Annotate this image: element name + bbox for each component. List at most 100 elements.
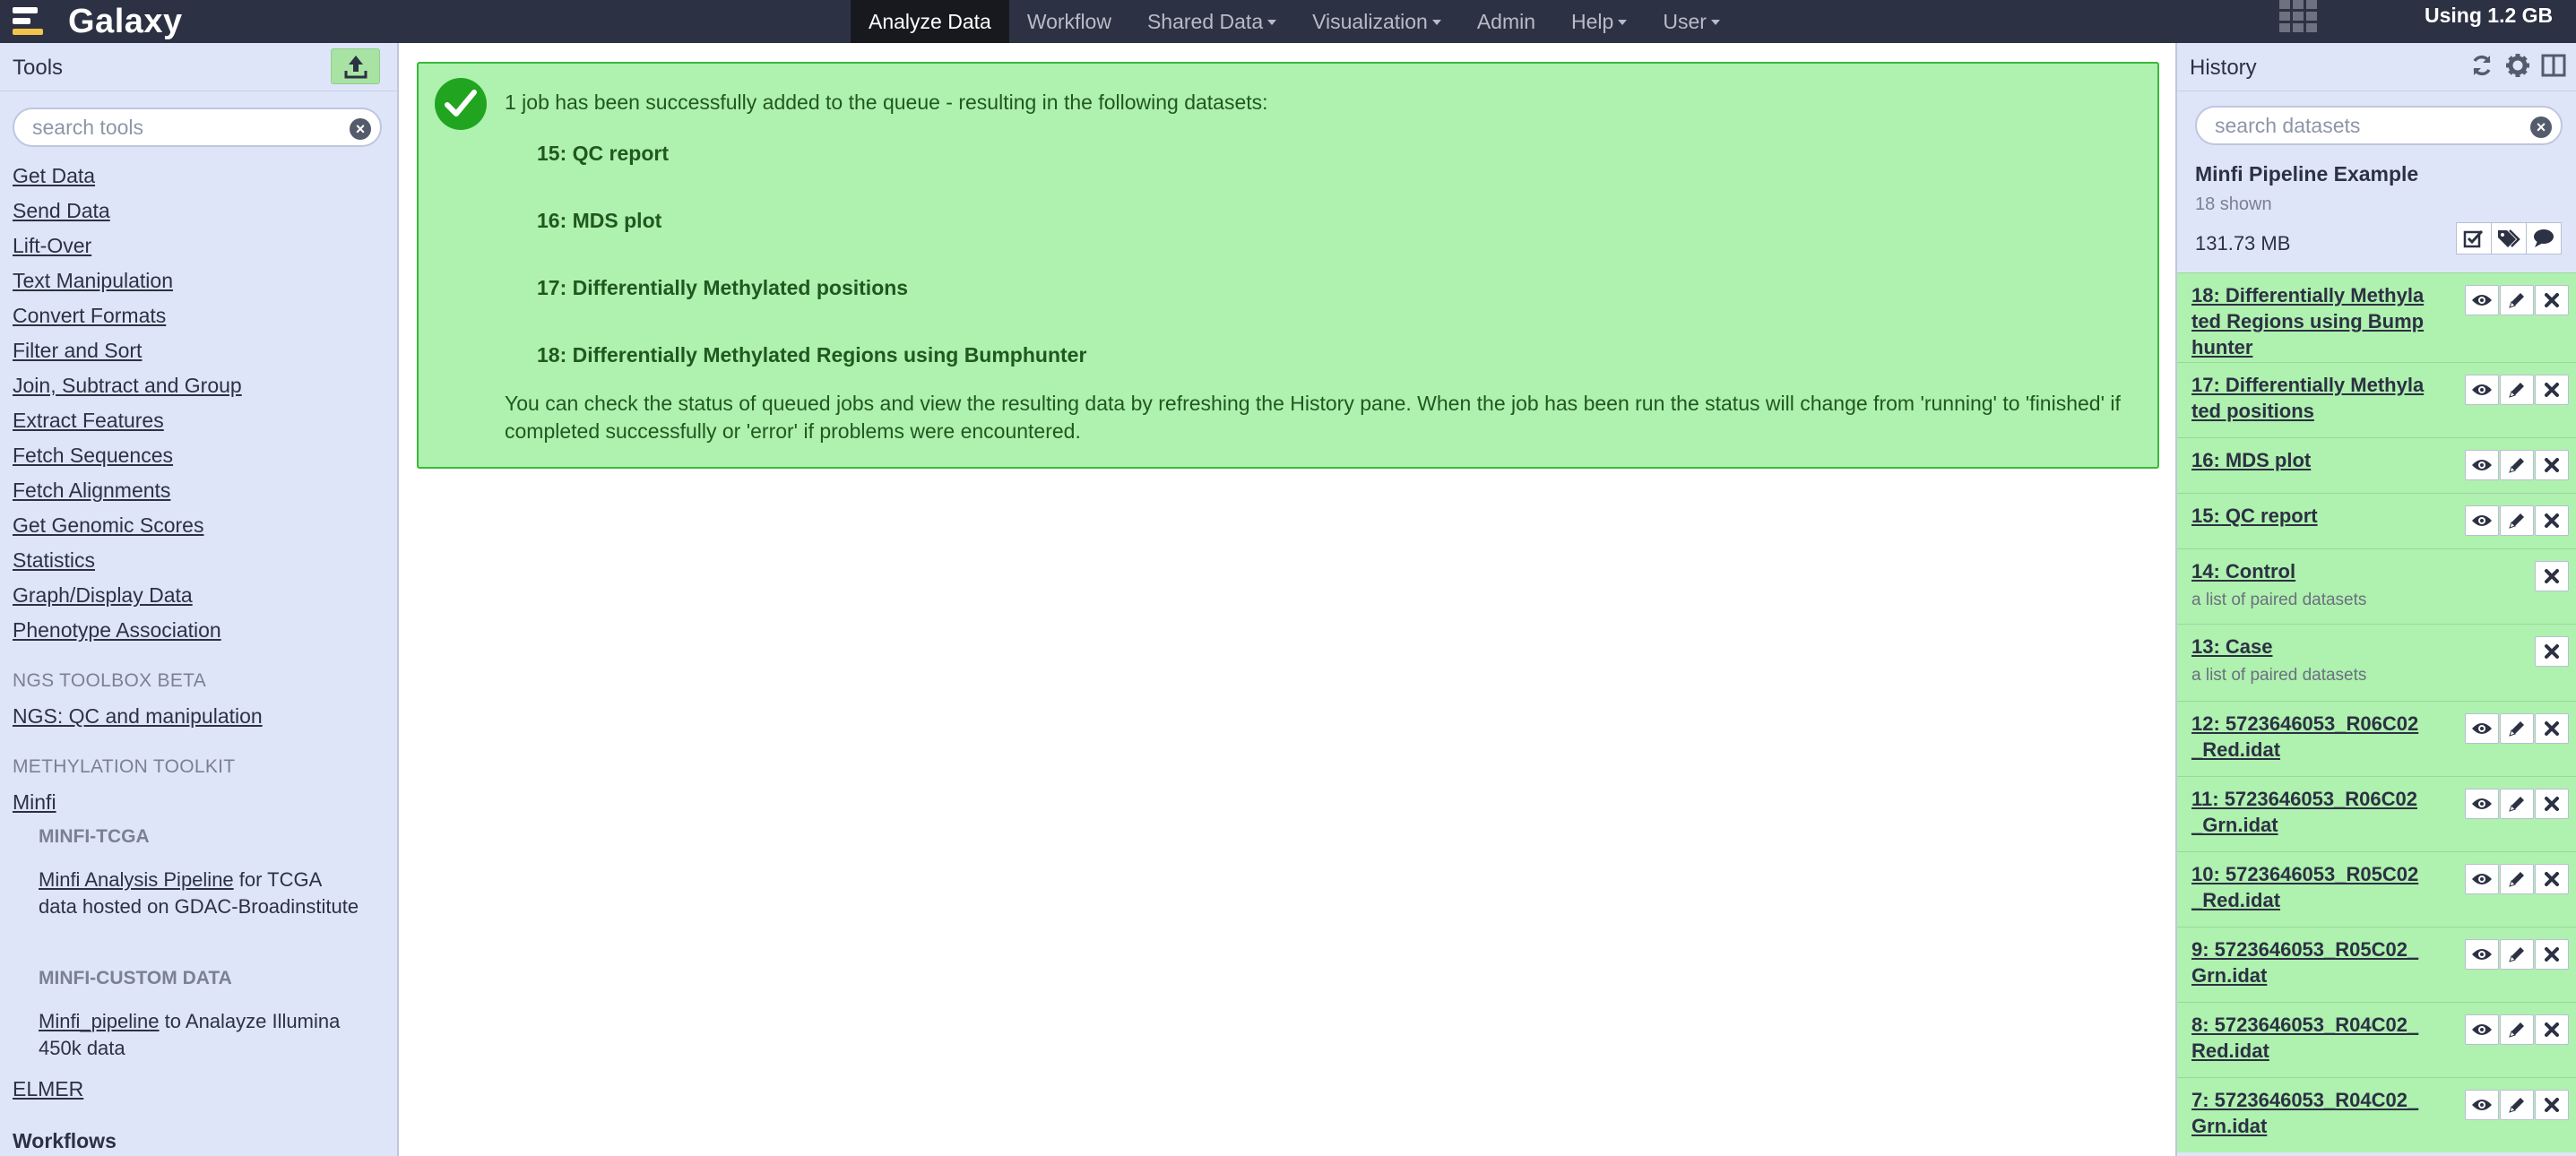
history-dataset[interactable]: 17: Differentially Methylated positions <box>2177 362 2576 437</box>
dataset-actions <box>2464 789 2569 819</box>
view-dataset-button[interactable] <box>2465 864 2499 894</box>
nav-visualization[interactable]: Visualization <box>1294 0 1459 43</box>
upload-button[interactable] <box>331 48 380 84</box>
clear-search-icon[interactable]: × <box>2530 116 2552 138</box>
delete-dataset-button[interactable] <box>2535 864 2569 894</box>
workflows-label[interactable]: Workflows <box>13 1129 117 1153</box>
tool-section-fetch-sequences[interactable]: Fetch Sequences <box>13 441 389 476</box>
clear-search-icon[interactable]: × <box>350 118 371 140</box>
select-datasets-button[interactable] <box>2456 222 2492 254</box>
edit-dataset-button[interactable] <box>2500 939 2534 970</box>
edit-dataset-button[interactable] <box>2500 789 2534 819</box>
tool-section-graph-display[interactable]: Graph/Display Data <box>13 581 389 616</box>
delete-dataset-button[interactable] <box>2535 505 2569 536</box>
nav-workflow[interactable]: Workflow <box>1009 0 1129 43</box>
nav-shared-data[interactable]: Shared Data <box>1129 0 1294 43</box>
tool-section-statistics[interactable]: Statistics <box>13 546 389 581</box>
history-search-input[interactable] <box>2215 114 2525 137</box>
annotation-button[interactable] <box>2526 222 2562 254</box>
history-dataset[interactable]: 18: Differentially Methylated Regions us… <box>2177 272 2576 362</box>
tool-section-send-data[interactable]: Send Data <box>13 196 389 231</box>
nav-analyze-data[interactable]: Analyze Data <box>851 0 1009 43</box>
tags-button[interactable] <box>2491 222 2527 254</box>
delete-dataset-button[interactable] <box>2535 285 2569 315</box>
view-dataset-button[interactable] <box>2465 1090 2499 1120</box>
tool-section-phenotype[interactable]: Phenotype Association <box>13 616 389 651</box>
dataset-title[interactable]: 16: MDS plot <box>2191 447 2425 473</box>
columns-icon[interactable] <box>2540 52 2567 79</box>
delete-dataset-button[interactable] <box>2535 939 2569 970</box>
delete-dataset-button[interactable] <box>2535 375 2569 405</box>
tool-section-lift-over[interactable]: Lift-Over <box>13 231 389 266</box>
delete-dataset-button[interactable] <box>2535 713 2569 744</box>
nav-user[interactable]: User <box>1645 0 1738 43</box>
dataset-title[interactable]: 13: Case <box>2191 634 2425 660</box>
tool-section-text-manipulation[interactable]: Text Manipulation <box>13 266 389 301</box>
edit-dataset-button[interactable] <box>2500 1090 2534 1120</box>
gear-icon[interactable] <box>2504 52 2531 79</box>
nav-admin[interactable]: Admin <box>1459 0 1553 43</box>
view-dataset-button[interactable] <box>2465 450 2499 480</box>
history-dataset[interactable]: 7: 5723646053_R04C02_Grn.idat <box>2177 1077 2576 1152</box>
delete-dataset-button[interactable] <box>2535 450 2569 480</box>
edit-dataset-button[interactable] <box>2500 1014 2534 1045</box>
history-dataset[interactable]: 8: 5723646053_R04C02_Red.idat <box>2177 1002 2576 1077</box>
apps-grid-icon[interactable] <box>2279 0 2319 32</box>
history-dataset[interactable]: 9: 5723646053_R05C02_Grn.idat <box>2177 927 2576 1002</box>
view-dataset-button[interactable] <box>2465 375 2499 405</box>
tool-section-fetch-alignments[interactable]: Fetch Alignments <box>13 476 389 511</box>
edit-dataset-button[interactable] <box>2500 505 2534 536</box>
tool-section-get-data[interactable]: Get Data <box>13 161 389 196</box>
edit-dataset-button[interactable] <box>2500 375 2534 405</box>
view-dataset-button[interactable] <box>2465 285 2499 315</box>
dataset-title[interactable]: 18: Differentially Methylated Regions us… <box>2191 282 2425 360</box>
history-dataset[interactable]: 15: QC report <box>2177 493 2576 548</box>
tool-section-ngs-qc[interactable]: NGS: QC and manipulation <box>13 704 263 729</box>
delete-dataset-button[interactable] <box>2535 1090 2569 1120</box>
view-dataset-button[interactable] <box>2465 505 2499 536</box>
dataset-title[interactable]: 11: 5723646053_R06C02_Grn.idat <box>2191 786 2425 838</box>
delete-dataset-button[interactable] <box>2535 1014 2569 1045</box>
tool-section-extract-features[interactable]: Extract Features <box>13 406 389 441</box>
view-dataset-button[interactable] <box>2465 939 2499 970</box>
edit-dataset-button[interactable] <box>2500 285 2534 315</box>
edit-dataset-button[interactable] <box>2500 713 2534 744</box>
close-icon <box>2544 796 2560 812</box>
dataset-title[interactable]: 9: 5723646053_R05C02_Grn.idat <box>2191 936 2425 988</box>
dataset-actions <box>2464 713 2569 744</box>
minfi-analysis-pipeline-link[interactable]: Minfi Analysis Pipeline <box>39 868 234 891</box>
view-dataset-button[interactable] <box>2465 1014 2499 1045</box>
history-dataset[interactable]: 11: 5723646053_R06C02_Grn.idat <box>2177 776 2576 851</box>
history-name[interactable]: Minfi Pipeline Example <box>2195 162 2418 186</box>
delete-dataset-button[interactable] <box>2535 636 2569 667</box>
nav-help[interactable]: Help <box>1553 0 1645 43</box>
dataset-title[interactable]: 17: Differentially Methylated positions <box>2191 372 2425 424</box>
minfi-pipeline-link[interactable]: Minfi_pipeline <box>39 1010 160 1032</box>
dataset-title[interactable]: 12: 5723646053_R06C02_Red.idat <box>2191 711 2425 763</box>
history-dataset[interactable]: 10: 5723646053_R05C02_Red.idat <box>2177 851 2576 927</box>
history-dataset[interactable]: 16: MDS plot <box>2177 437 2576 493</box>
tool-section-filter-sort[interactable]: Filter and Sort <box>13 336 389 371</box>
dataset-title[interactable]: 15: QC report <box>2191 503 2425 529</box>
dataset-title[interactable]: 8: 5723646053_R04C02_Red.idat <box>2191 1012 2425 1064</box>
tool-search-input[interactable] <box>32 116 344 139</box>
tool-section-convert-formats[interactable]: Convert Formats <box>13 301 389 336</box>
delete-dataset-button[interactable] <box>2535 561 2569 591</box>
edit-dataset-button[interactable] <box>2500 864 2534 894</box>
brand[interactable]: Galaxy <box>9 0 183 43</box>
dataset-title[interactable]: 10: 5723646053_R05C02_Red.idat <box>2191 861 2425 913</box>
view-dataset-button[interactable] <box>2465 713 2499 744</box>
tool-section-minfi[interactable]: Minfi <box>13 790 56 815</box>
refresh-icon[interactable] <box>2468 52 2495 79</box>
dataset-title[interactable]: 7: 5723646053_R04C02_Grn.idat <box>2191 1087 2425 1139</box>
tool-section-elmer[interactable]: ELMER <box>13 1077 83 1101</box>
history-dataset[interactable]: 13: Case a list of paired datasets <box>2177 624 2576 701</box>
dataset-title[interactable]: 14: Control <box>2191 558 2425 584</box>
delete-dataset-button[interactable] <box>2535 789 2569 819</box>
tool-section-join-subtract-group[interactable]: Join, Subtract and Group <box>13 371 389 406</box>
view-dataset-button[interactable] <box>2465 789 2499 819</box>
edit-dataset-button[interactable] <box>2500 450 2534 480</box>
history-dataset[interactable]: 12: 5723646053_R06C02_Red.idat <box>2177 701 2576 776</box>
history-dataset[interactable]: 14: Control a list of paired datasets <box>2177 548 2576 624</box>
tool-section-genomic-scores[interactable]: Get Genomic Scores <box>13 511 389 546</box>
